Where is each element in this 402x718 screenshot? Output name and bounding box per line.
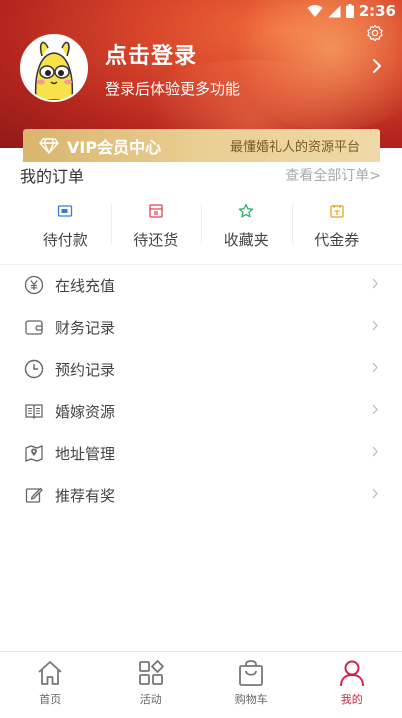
menu-item-finance-records[interactable]: 财务记录 xyxy=(0,306,402,348)
nav-label: 购物车 xyxy=(234,693,268,706)
return-box-icon xyxy=(149,204,163,218)
battery-icon xyxy=(345,4,354,18)
menu-item-label: 预约记录 xyxy=(55,360,116,379)
view-all-orders-link[interactable]: 查看全部订单> xyxy=(285,165,381,185)
home-icon xyxy=(38,661,62,685)
edit-note-icon xyxy=(25,487,43,503)
nav-item-home[interactable]: 首页 xyxy=(0,652,101,718)
book-icon xyxy=(25,404,43,419)
order-tab-label: 待付款 xyxy=(42,231,88,249)
vip-title: VIP会员中心 xyxy=(67,137,162,157)
order-status-tabs: 待付款 待还货 收藏夹 代金券 xyxy=(20,200,382,252)
menu-item-label: 地址管理 xyxy=(55,444,116,463)
chevron-right-icon[interactable] xyxy=(372,58,382,74)
shopping-bag-icon xyxy=(239,660,264,686)
chevron-right-icon xyxy=(372,446,378,457)
signal-icon xyxy=(328,5,341,18)
chevron-right-icon xyxy=(372,278,378,289)
gear-icon[interactable] xyxy=(366,24,384,42)
map-pin-icon xyxy=(25,445,43,462)
status-time: 2:36 xyxy=(358,2,396,20)
vip-slogan: 最懂婚礼人的资源平台 xyxy=(229,140,360,155)
order-tab-pending-return[interactable]: 待还货 xyxy=(110,200,202,252)
order-tab-label: 代金券 xyxy=(314,231,360,249)
apps-grid-icon xyxy=(138,660,164,685)
menu-item-address-management[interactable]: 地址管理 xyxy=(0,432,402,474)
menu-item-label: 婚嫁资源 xyxy=(55,402,116,421)
yen-coin-icon xyxy=(24,275,44,295)
profile-header: 2:36 点击登录 登录后体验更多功能 xyxy=(0,0,402,148)
orders-section-header: 我的订单 查看全部订单> xyxy=(0,162,402,188)
menu-item-label: 在线充值 xyxy=(55,276,116,295)
nav-item-mine[interactable]: 我的 xyxy=(302,652,402,718)
settings-menu: 在线充值 财务记录 预约记录 婚嫁资源 地址管理 推荐有奖 xyxy=(0,264,402,516)
orders-title: 我的订单 xyxy=(20,167,85,186)
chevron-right-icon xyxy=(372,362,378,373)
menu-item-appointment-records[interactable]: 预约记录 xyxy=(0,348,402,390)
clock-icon xyxy=(24,359,44,379)
nav-item-activities[interactable]: 活动 xyxy=(101,652,202,718)
mascot-avatar-icon xyxy=(22,36,86,100)
user-icon xyxy=(339,660,364,687)
star-icon xyxy=(239,203,254,218)
menu-item-online-recharge[interactable]: 在线充值 xyxy=(0,264,402,306)
diamond-icon xyxy=(39,137,59,154)
login-subtitle: 登录后体验更多功能 xyxy=(105,80,241,98)
nav-label: 我的 xyxy=(340,693,363,706)
vip-center-banner[interactable]: VIP会员中心 最懂婚礼人的资源平台 xyxy=(23,129,380,162)
menu-item-referral-rewards[interactable]: 推荐有奖 xyxy=(0,474,402,516)
menu-item-wedding-resources[interactable]: 婚嫁资源 xyxy=(0,390,402,432)
chevron-right-icon xyxy=(372,404,378,415)
order-tab-label: 收藏夹 xyxy=(223,231,269,249)
order-tab-label: 待还货 xyxy=(133,231,179,249)
status-bar: 2:36 xyxy=(307,1,396,21)
voucher-icon xyxy=(330,205,344,218)
login-title[interactable]: 点击登录 xyxy=(105,38,197,70)
order-tab-favorites[interactable]: 收藏夹 xyxy=(201,200,292,252)
chevron-right-icon xyxy=(372,488,378,499)
menu-item-label: 推荐有奖 xyxy=(55,486,116,505)
order-tab-vouchers[interactable]: 代金券 xyxy=(291,200,383,252)
wallet-card-icon xyxy=(58,205,73,217)
order-tab-pending-payment[interactable]: 待付款 xyxy=(20,200,111,252)
avatar[interactable] xyxy=(20,34,88,102)
nav-item-cart[interactable]: 购物车 xyxy=(201,652,302,718)
chevron-right-icon xyxy=(372,320,378,331)
nav-label: 活动 xyxy=(139,693,162,706)
nav-label: 首页 xyxy=(39,693,62,706)
bottom-navigation: 首页 活动 购物车 我的 xyxy=(0,651,402,718)
wifi-icon xyxy=(307,4,323,18)
wallet-icon xyxy=(25,320,43,335)
menu-item-label: 财务记录 xyxy=(55,318,116,337)
